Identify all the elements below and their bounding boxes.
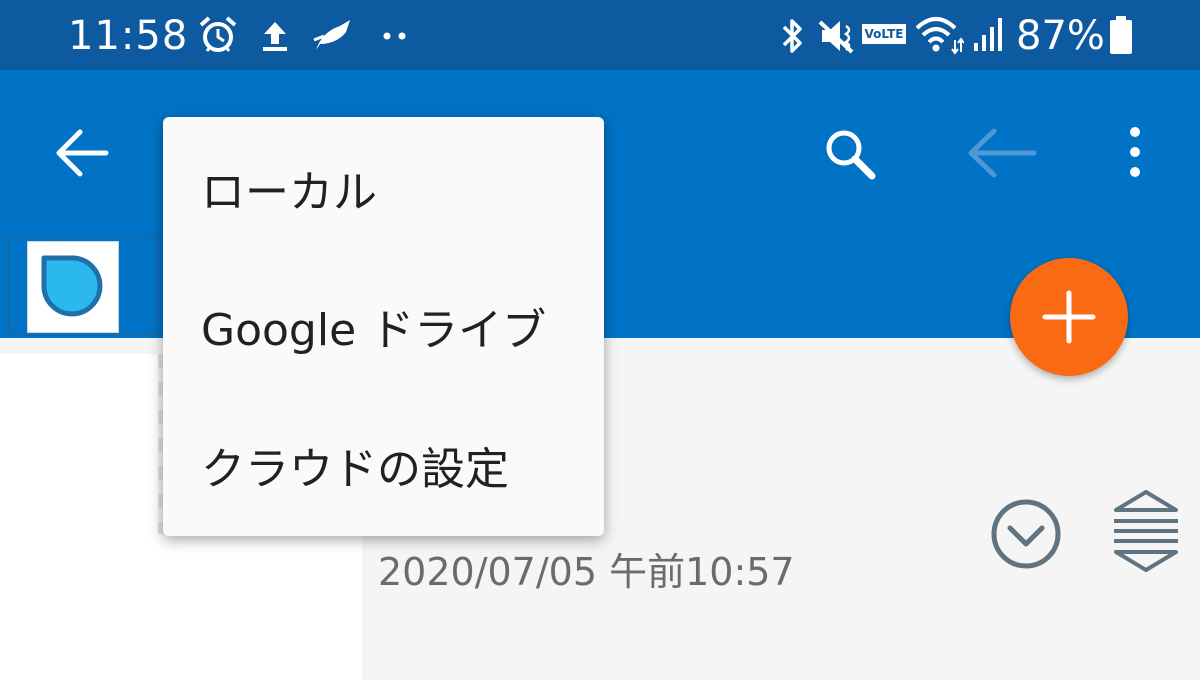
menu-item-local[interactable]: ローカル	[163, 119, 604, 257]
menu-item-google-drive[interactable]: Google ドライブ	[163, 257, 604, 395]
storage-dropdown-menu: ローカル Google ドライブ クラウドの設定	[163, 117, 604, 536]
volte-icon: VoLTE	[862, 24, 906, 44]
plus-icon	[1042, 290, 1096, 344]
wifi-icon	[915, 17, 964, 55]
status-bar: 11:58 VoLTE 87%	[0, 0, 1200, 70]
back-arrow-icon[interactable]	[52, 126, 110, 180]
file-date: 2020/07/05 午前10:57	[378, 550, 795, 594]
menu-item-label: Google ドライブ	[201, 305, 547, 356]
more-dots-icon	[383, 32, 406, 40]
search-icon[interactable]	[820, 124, 878, 182]
alarm-icon	[199, 16, 237, 52]
app-notification-icon	[313, 20, 350, 50]
battery-icon	[1110, 16, 1132, 54]
menu-item-label: ローカル	[201, 167, 377, 218]
volte-label: VoLTE	[864, 27, 904, 41]
menu-item-label: クラウドの設定	[201, 444, 509, 495]
add-fab-button[interactable]	[1010, 258, 1128, 376]
menu-item-cloud-settings[interactable]: クラウドの設定	[163, 396, 604, 534]
mute-icon	[818, 20, 854, 54]
expand-circle-icon[interactable]	[988, 496, 1064, 572]
upload-icon	[263, 22, 287, 51]
app-logo	[27, 241, 119, 333]
drop-logo-icon	[41, 255, 103, 317]
bluetooth-icon	[782, 19, 802, 53]
reorder-icon[interactable]	[1110, 488, 1182, 574]
signal-icon	[974, 18, 1002, 51]
overflow-menu-icon[interactable]	[1122, 124, 1148, 180]
battery-percentage: 87%	[1016, 13, 1105, 59]
account-logo-frame[interactable]	[8, 236, 158, 336]
back-arrow-disabled-icon[interactable]	[964, 126, 1038, 180]
status-time: 11:58	[68, 13, 189, 59]
